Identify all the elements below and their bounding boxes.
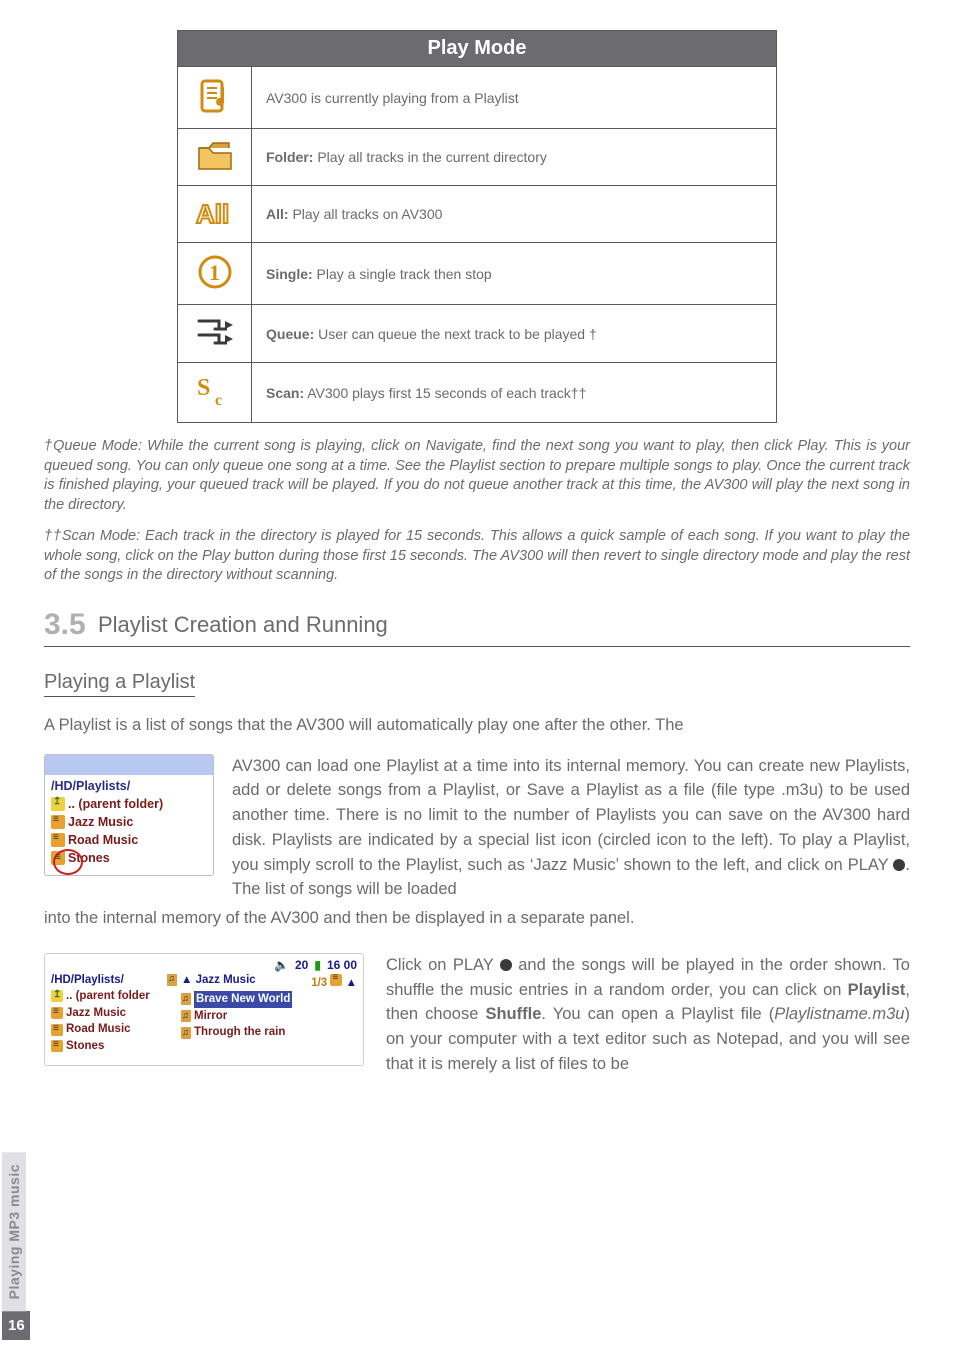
svg-text:S: S — [197, 375, 210, 401]
subsection-heading: Playing a Playlist — [44, 671, 195, 697]
playlist-file-icon — [51, 1040, 63, 1052]
play-button-icon — [500, 959, 512, 971]
music-note-icon — [181, 1027, 191, 1039]
body-text: into the internal memory of the AV300 an… — [44, 906, 910, 931]
speaker-icon: 🔈 — [274, 958, 289, 972]
playlist-file-icon — [330, 974, 342, 986]
table-desc: Queue: User can queue the next track to … — [252, 305, 777, 363]
svg-text:1: 1 — [209, 260, 220, 285]
battery-icon: ▮ — [314, 958, 321, 972]
table-desc: Scan: AV300 plays first 15 seconds of ea… — [252, 363, 777, 423]
single-icon: 1 — [196, 253, 234, 294]
table-desc: AV300 is currently playing from a Playli… — [252, 67, 777, 129]
folder-icon — [196, 140, 234, 175]
play-mode-table: Play Mode AV300 is currently playing fro… — [177, 30, 777, 423]
playlist-file-icon — [51, 1007, 63, 1019]
table-row: All All: Play all tracks on AV300 — [178, 186, 777, 243]
parent-folder-icon — [51, 797, 65, 811]
table-desc: Single: Play a single track then stop — [252, 243, 777, 305]
svg-text:All: All — [196, 199, 229, 229]
table-row: AV300 is currently playing from a Playli… — [178, 67, 777, 129]
playlist-file-icon — [51, 1024, 63, 1036]
parent-folder-icon — [51, 990, 63, 1002]
body-text: AV300 can load one Playlist at a time in… — [232, 754, 910, 903]
queue-icon — [195, 315, 235, 352]
play-button-icon — [893, 859, 905, 871]
music-note-icon — [181, 993, 191, 1005]
table-desc: Folder: Play all tracks in the current d… — [252, 129, 777, 186]
table-row: Queue: User can queue the next track to … — [178, 305, 777, 363]
all-icon: All — [194, 197, 236, 232]
screenshot-playlists-browser: /HD/Playlists/ .. (parent folder) Jazz M… — [44, 754, 214, 877]
svg-text:c: c — [215, 392, 222, 409]
screenshot-playlist-panel: 🔈 20 ▮ 16 00 /HD/Playlists/ .. (parent f… — [44, 953, 364, 1066]
page-side-label: Playing MP3 music 16 — [2, 1152, 30, 1340]
table-row: 1 Single: Play a single track then stop — [178, 243, 777, 305]
playlist-file-icon — [51, 815, 65, 829]
scan-icon: Sc — [195, 373, 235, 412]
table-row: Folder: Play all tracks in the current d… — [178, 129, 777, 186]
page-number: 16 — [2, 1311, 30, 1340]
table-desc: All: Play all tracks on AV300 — [252, 186, 777, 243]
section-heading: 3.5 Playlist Creation and Running — [44, 608, 910, 647]
playlist-file-icon-circled — [51, 851, 65, 865]
body-text: Click on PLAY and the songs will be play… — [386, 953, 910, 1077]
music-note-icon — [181, 1010, 191, 1022]
playlist-icon — [196, 77, 234, 118]
table-row: Sc Scan: AV300 plays first 15 seconds of… — [178, 363, 777, 423]
playlist-file-icon — [51, 833, 65, 847]
body-text: A Playlist is a list of songs that the A… — [44, 713, 910, 738]
table-title: Play Mode — [178, 31, 777, 67]
footnote-queue: †Queue Mode: While the current song is p… — [44, 437, 910, 515]
music-note-icon — [167, 974, 177, 986]
footnote-scan: ††Scan Mode: Each track in the directory… — [44, 527, 910, 586]
